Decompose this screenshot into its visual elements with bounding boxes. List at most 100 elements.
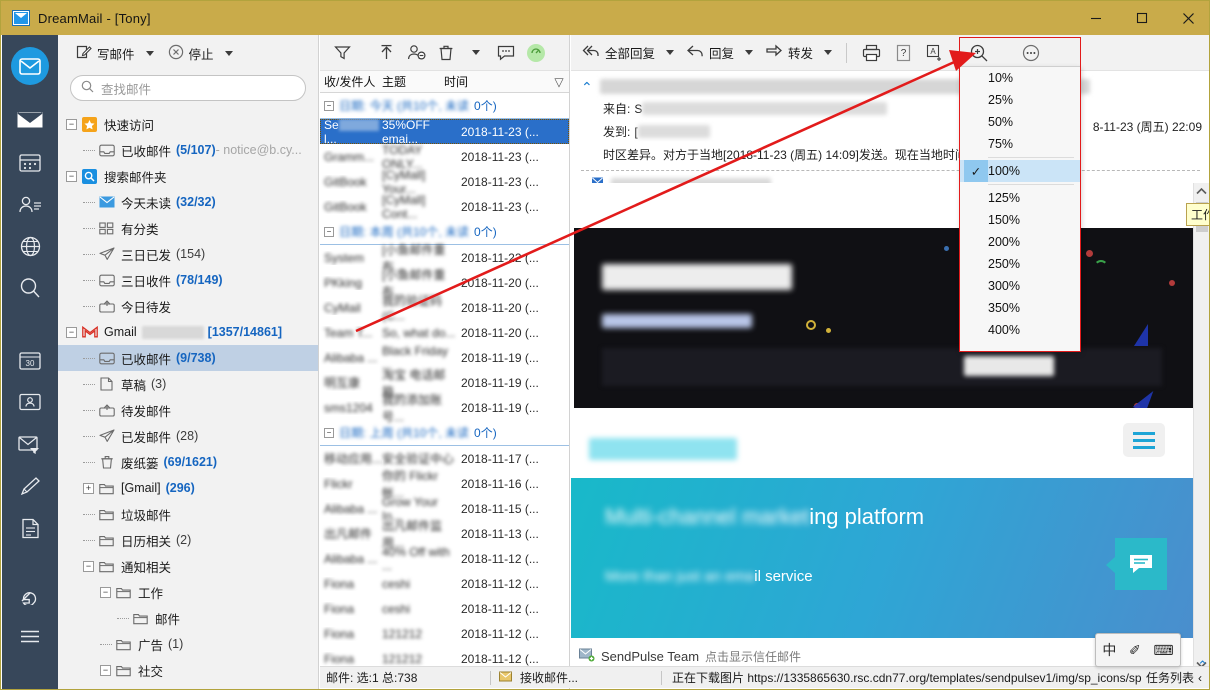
message-row[interactable]: Alibaba ... 40% Off with ... 2018-11-12 (.… <box>320 545 569 573</box>
reply-all-button[interactable]: 全部回复 <box>577 40 679 65</box>
zoom-option-200[interactable]: 200% <box>960 231 1080 253</box>
message-row[interactable]: CyMail 我的验证码 (C... 2018-11-20 (... <box>320 294 569 323</box>
scroll-up-icon[interactable] <box>1194 183 1209 200</box>
stop-button[interactable]: 停止 <box>164 41 237 66</box>
block-sender-icon[interactable] <box>402 39 430 67</box>
envelope-icon[interactable] <box>2 99 58 141</box>
close-icon[interactable] <box>1165 1 1209 35</box>
contact-card-icon[interactable] <box>2 381 58 423</box>
ime-pen-icon[interactable]: ✐ <box>1129 642 1141 659</box>
chat-icon[interactable] <box>1106 538 1167 590</box>
maximize-icon[interactable] <box>1119 1 1165 35</box>
message-row[interactable]: 出凡邮件 出凡邮件监用... 2018-11-13 (... <box>320 519 569 550</box>
folder-item-11[interactable]: 待发邮件 <box>58 397 318 423</box>
tasklist-button[interactable]: 任务列表 ‹ <box>1146 669 1209 686</box>
zoom-option-100[interactable]: ✓ 100% <box>960 160 1080 182</box>
message-row[interactable]: Fiona ceshi 2018-11-12 (... <box>320 596 569 621</box>
compose-button[interactable]: 写邮件 <box>72 41 158 66</box>
folder-item-9[interactable]: 已收邮件 (9/738) <box>58 345 318 371</box>
message-row[interactable]: GitBook [CyMall] Cont... 2018-11-23 (... <box>320 193 569 221</box>
contacts-icon[interactable] <box>2 183 58 225</box>
chevron-down-icon[interactable] <box>824 50 833 55</box>
column-sender[interactable]: 收/发件人 <box>320 73 382 90</box>
folder-item-0[interactable]: − 快速访问 <box>58 111 318 137</box>
contact-add-icon[interactable] <box>579 648 595 665</box>
comment-icon[interactable] <box>492 39 520 67</box>
zoom-level-menu[interactable]: 10% 25% 50% 75% ✓ 100% 125% 150% 200% 250% 300% 350… <box>959 66 1081 352</box>
collapse-icon[interactable]: − <box>324 226 334 237</box>
folder-item-2[interactable]: − 搜索邮件夹 <box>58 163 318 189</box>
zoom-option-50[interactable]: 50% <box>960 111 1080 133</box>
folder-item-18[interactable]: − 工作 <box>58 579 318 605</box>
column-subject[interactable]: 主题 <box>382 73 444 90</box>
collapse-icon[interactable]: − <box>324 100 334 111</box>
chevron-up-icon[interactable]: ⌃ <box>581 80 593 94</box>
menu-icon[interactable] <box>2 615 58 657</box>
translate-icon[interactable]: A <box>920 40 950 66</box>
chevron-left-icon[interactable]: ‹ <box>1198 671 1202 685</box>
chevron-down-icon[interactable] <box>145 50 154 56</box>
folder-item-17[interactable]: − 通知相关 <box>58 553 318 579</box>
search-mail-box[interactable]: 查找邮件 <box>70 75 306 101</box>
wrench-icon[interactable] <box>2 573 58 615</box>
folder-item-16[interactable]: 日历相关 (2) <box>58 527 318 553</box>
zoom-option-400[interactable]: 400% <box>960 319 1080 341</box>
sort-indicator-icon[interactable]: ▽ <box>549 75 569 89</box>
calendar-30-icon[interactable]: 30 <box>2 339 58 381</box>
collapse-icon[interactable]: − <box>66 326 77 338</box>
folder-item-13[interactable]: 废纸篓 (69/1621) <box>58 449 318 475</box>
move-up-icon[interactable] <box>372 39 400 67</box>
folder-item-4[interactable]: 有分类 <box>58 215 318 241</box>
message-group-header[interactable]: − 日期: 今天 (共10个, 未读 0个) <box>320 93 569 119</box>
collapse-icon[interactable]: − <box>100 586 111 598</box>
collapse-icon[interactable]: − <box>324 427 334 438</box>
chevron-down-icon[interactable] <box>224 50 233 56</box>
globe-icon[interactable] <box>2 225 58 267</box>
zoom-option-25[interactable]: 25% <box>960 89 1080 111</box>
more-icon[interactable] <box>1016 40 1046 66</box>
zoom-option-150[interactable]: 150% <box>960 209 1080 231</box>
zoom-option-350[interactable]: 350% <box>960 297 1080 319</box>
collapse-icon[interactable]: − <box>83 560 94 572</box>
folder-item-10[interactable]: 草稿 (3) <box>58 371 318 397</box>
chevron-down-icon[interactable] <box>745 50 754 55</box>
message-row[interactable]: Flickr 你的 Flickr 帐... 2018-11-16 (... <box>320 469 569 500</box>
message-row[interactable]: GitBook [CyMall] Your... 2018-11-23 (... <box>320 168 569 196</box>
zoom-option-10[interactable]: 10% <box>960 67 1080 89</box>
message-row[interactable]: Fiona 121212 2018-11-12 (... <box>320 621 569 646</box>
calendar-icon[interactable] <box>2 141 58 183</box>
collapse-icon[interactable]: − <box>66 118 77 130</box>
zoom-option-250[interactable]: 250% <box>960 253 1080 275</box>
folder-item-14[interactable]: + [Gmail] (296) <box>58 475 318 501</box>
message-row[interactable]: sms1204 我的添加账号... 2018-11-19 (... <box>320 393 569 424</box>
folder-item-1[interactable]: 已收邮件 (5/107) - notice@b.cy... <box>58 137 318 163</box>
print-icon[interactable] <box>856 40 886 66</box>
dropdown-caret-icon[interactable] <box>462 39 490 67</box>
hamburger-icon[interactable] <box>1123 423 1165 457</box>
search-icon[interactable] <box>2 267 58 309</box>
folder-item-5[interactable]: 三日已发 (154) <box>58 241 318 267</box>
folder-item-19[interactable]: 邮件 <box>58 605 318 631</box>
zoom-option-75[interactable]: 75% <box>960 133 1080 155</box>
message-row[interactable]: Team T... So, what do... 2018-11-20 (... <box>320 320 569 345</box>
message-group-header[interactable]: − 日期: 上周 (共10个, 未读 0个) <box>320 420 569 446</box>
delete-icon[interactable] <box>432 39 460 67</box>
folder-item-6[interactable]: 三日收件 (78/149) <box>58 267 318 293</box>
reply-button[interactable]: 回复 <box>681 40 758 65</box>
folder-item-15[interactable]: 垃圾邮件 <box>58 501 318 527</box>
expand-icon[interactable]: + <box>83 482 94 494</box>
document-icon[interactable] <box>2 507 58 549</box>
collapse-icon[interactable]: − <box>66 170 77 182</box>
ime-mode[interactable]: 中 <box>1102 640 1116 660</box>
pen-icon[interactable] <box>2 465 58 507</box>
message-row[interactable]: Sel... 35%OFF emai... 2018-11-23 (... <box>320 118 569 146</box>
zoom-in-icon[interactable] <box>964 40 994 66</box>
zoom-option-300[interactable]: 300% <box>960 275 1080 297</box>
dreammail-logo-icon[interactable] <box>11 47 49 85</box>
chevron-down-icon[interactable] <box>666 50 675 55</box>
help-icon[interactable]: ? <box>888 40 918 66</box>
ime-language-bar[interactable]: 中 ✐ ⌨ <box>1095 633 1181 667</box>
status-green-icon[interactable] <box>522 39 550 67</box>
folder-item-3[interactable]: 今天未读 (32/32) <box>58 189 318 215</box>
message-row[interactable]: Fiona ceshi 2018-11-12 (... <box>320 571 569 596</box>
